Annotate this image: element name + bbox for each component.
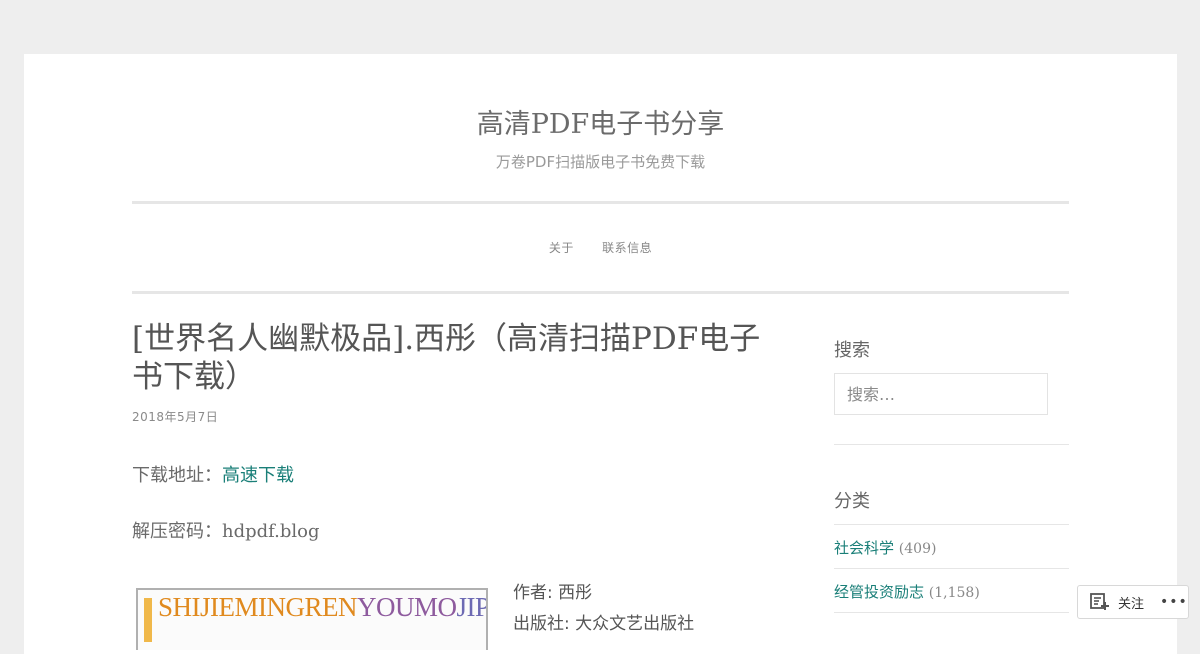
book-meta: 作者: 西彤 出版社: 大众文艺出版社 [513,578,694,640]
follow-bar: 关注 ••• [1077,585,1189,619]
book-author: 作者: 西彤 [513,583,593,603]
download-line: 下载地址：高速下载 [132,461,294,487]
cover-accent-bar [144,598,152,642]
follow-button[interactable]: 关注 [1078,593,1144,612]
search-widget-title: 搜索 [834,340,870,361]
cover-title-text: SHIJIEMINGRENYOUMOJIPIN [158,592,486,622]
post-title[interactable]: [世界名人幽默极品].西彤（高清扫描PDF电子书下载） [132,320,782,396]
post-article: [世界名人幽默极品].西彤（高清扫描PDF电子书下载） 2018年5月7日 下载… [132,320,792,650]
password-label: 解压密码： [132,521,222,542]
category-count: (409) [898,541,937,557]
post-date[interactable]: 2018年5月7日 [132,408,792,425]
nav-item-about[interactable]: 关于 [549,239,574,256]
download-label: 下载地址： [132,465,222,486]
main-navigation: 关于 联系信息 [24,239,1177,256]
category-item[interactable]: 经管投资励志 (1,158) [834,581,980,602]
category-name[interactable]: 经管投资励志 [834,583,924,601]
category-name[interactable]: 社会科学 [834,539,894,557]
follow-icon [1090,593,1109,610]
category-divider [834,612,1069,613]
site-title[interactable]: 高清PDF电子书分享 [24,102,1177,141]
category-item[interactable]: 社会科学 (409) [834,537,936,558]
header-divider [132,201,1069,204]
book-publisher: 出版社: 大众文艺出版社 [513,614,695,634]
nav-divider [132,291,1069,294]
follow-label: 关注 [1118,596,1145,612]
search-input[interactable] [834,373,1048,415]
site-description: 万卷PDF扫描版电子书免费下载 [495,153,706,171]
password-value: hdpdf.blog [222,521,320,542]
sidebar-divider [834,444,1069,445]
category-count: (1,158) [928,585,980,601]
categories-widget-title: 分类 [834,491,870,512]
book-cover-image: SHIJIEMINGRENYOUMOJIPIN [136,588,488,650]
page-container: 高清PDF电子书分享 万卷PDF扫描版电子书免费下载 关于 联系信息 [世界名人… [24,54,1177,654]
nav-item-contact[interactable]: 联系信息 [602,239,652,256]
category-divider [834,524,1069,525]
category-divider [834,568,1069,569]
download-link[interactable]: 高速下载 [222,465,294,486]
more-options-icon[interactable]: ••• [1160,594,1188,610]
password-line: 解压密码：hdpdf.blog [132,517,320,543]
